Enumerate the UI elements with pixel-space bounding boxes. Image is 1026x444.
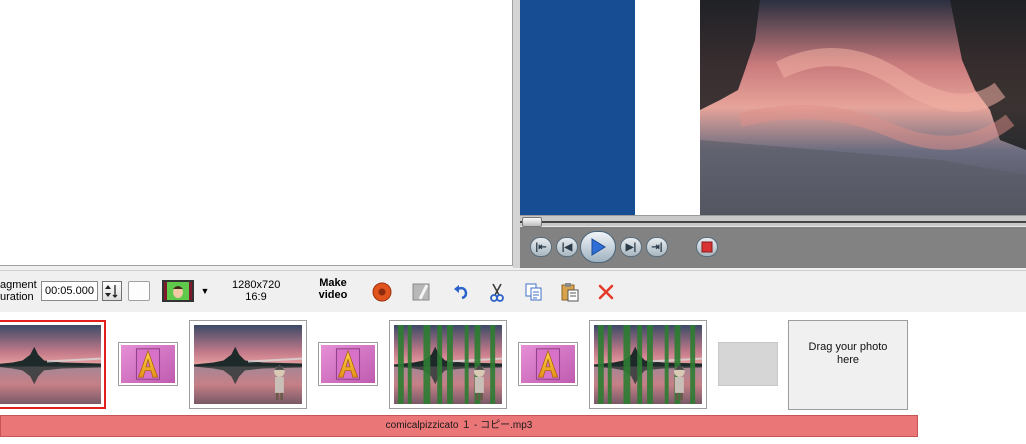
next-icon: ▶| [625, 241, 637, 253]
record-button[interactable] [371, 281, 393, 303]
record-icon [372, 282, 392, 302]
duration-spinner[interactable] [102, 281, 122, 301]
slide-thumbnail[interactable] [389, 320, 507, 409]
transition-a-icon [521, 345, 575, 383]
previous-frame-button[interactable]: |◀ [556, 237, 578, 257]
transition-thumbnail[interactable] [118, 342, 178, 386]
skip-start-icon: |⇤ [535, 241, 547, 253]
seek-bar-line [520, 221, 1026, 223]
avatar-face-icon [164, 282, 192, 300]
resolution-button[interactable]: 1280x720 16:9 [232, 279, 280, 303]
stop-button[interactable] [696, 237, 718, 257]
stop-icon [701, 241, 713, 253]
fragment-duration-label: agment uration [0, 279, 37, 303]
duration-input[interactable]: 00:05.000 [41, 281, 98, 301]
slide-image [394, 325, 502, 404]
paste-icon [561, 283, 579, 302]
slide-thumbnail[interactable] [589, 320, 707, 409]
edit-toolbar: agment uration 00:05.000 ▼ 1280x720 16:9… [0, 270, 1026, 312]
go-to-end-button[interactable]: ⇥| [646, 237, 668, 257]
empty-transition-slot[interactable] [718, 342, 778, 386]
background-picker[interactable] [162, 280, 194, 302]
preview-blue-background [520, 0, 635, 215]
transition-thumbnail[interactable] [518, 342, 578, 386]
make-video-line2: video [318, 289, 348, 301]
undo-button[interactable] [450, 281, 472, 303]
copy-button[interactable] [523, 281, 545, 303]
slide-image [194, 325, 302, 404]
delete-x-icon [598, 284, 614, 300]
spinner-arrows-icon [105, 285, 118, 298]
undo-icon [454, 285, 468, 300]
cut-button[interactable] [486, 281, 508, 303]
transition-a-icon [321, 345, 375, 383]
slide-thumbnail[interactable] [189, 320, 307, 409]
chevron-down-icon: ▼ [200, 286, 210, 296]
storyboard-timeline: Drag your photo here comicalpizzicato １ … [0, 312, 1026, 444]
make-video-line1: Make [319, 277, 347, 289]
save-icon [412, 283, 430, 301]
preview-white-strip [635, 0, 700, 215]
seek-bar[interactable] [520, 215, 1026, 227]
play-icon [591, 238, 606, 256]
file-browser-panel[interactable] [0, 0, 513, 266]
preview-canvas [520, 0, 1026, 215]
save-button[interactable] [410, 281, 432, 303]
preview-photo [700, 0, 1026, 215]
slide-image [594, 325, 702, 404]
panel-splitter[interactable] [513, 0, 520, 268]
preview-panel: |⇤ |◀ ▶| ⇥| [520, 0, 1026, 268]
aspect-ratio-value: 16:9 [245, 291, 267, 303]
paste-button[interactable] [559, 281, 581, 303]
seek-thumb[interactable] [522, 217, 542, 227]
previous-icon: |◀ [561, 241, 573, 253]
blank-option-button[interactable] [128, 281, 150, 301]
fragment-label-line1: agment [0, 279, 37, 291]
photo-drop-zone[interactable]: Drag your photo here [788, 320, 908, 410]
go-to-start-button[interactable]: |⇤ [530, 237, 552, 257]
audio-track-name: comicalpizzicato １ - コピー.mp3 [385, 420, 533, 431]
delete-button[interactable] [595, 281, 617, 303]
drop-zone-text: Drag your photo here [808, 341, 888, 366]
copy-icon [525, 283, 542, 301]
play-button[interactable] [580, 231, 616, 263]
scissors-icon [490, 283, 504, 302]
audio-track[interactable]: comicalpizzicato １ - コピー.mp3 [0, 415, 918, 437]
background-dropdown-arrow[interactable]: ▼ [199, 284, 211, 298]
resolution-value: 1280x720 [232, 279, 281, 291]
make-video-button[interactable]: Make video [316, 277, 350, 301]
slide-image [0, 325, 101, 404]
skip-end-icon: ⇥| [651, 241, 663, 253]
transition-thumbnail[interactable] [318, 342, 378, 386]
slide-thumbnail[interactable] [0, 320, 106, 409]
fragment-label-line2: uration [0, 291, 34, 303]
next-frame-button[interactable]: ▶| [620, 237, 642, 257]
transition-a-icon [121, 345, 175, 383]
